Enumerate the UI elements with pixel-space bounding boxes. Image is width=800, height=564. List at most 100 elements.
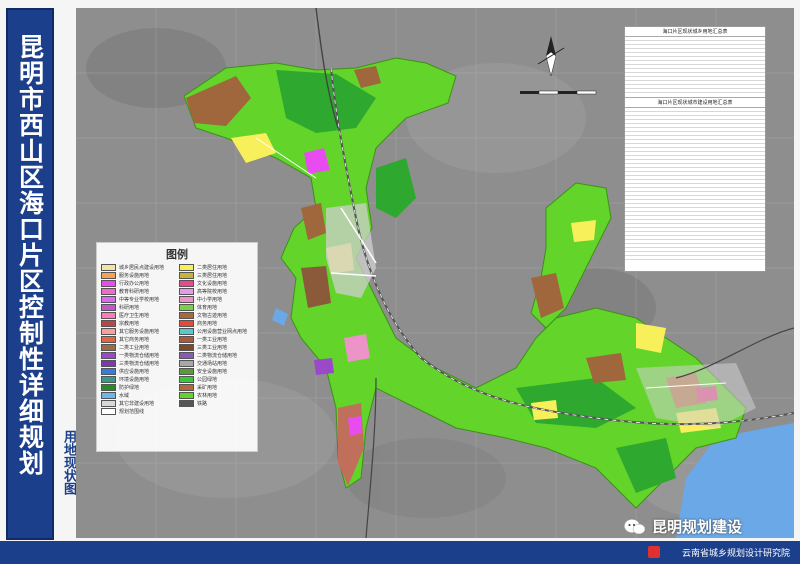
legend-swatch (179, 312, 194, 319)
legend-swatch (179, 296, 194, 303)
watermark-text: 昆明规划建设 (652, 518, 743, 536)
legend-swatch (101, 288, 116, 295)
legend-label: 服务设施用地 (119, 273, 150, 279)
legend-label: 一类物流仓储用地 (119, 353, 160, 359)
legend-swatch (101, 408, 116, 415)
table-row (625, 89, 765, 93)
legend-label: 其它非建设用地 (119, 401, 155, 407)
legend-swatch (179, 352, 194, 359)
legend-item: 公园绿地 (179, 376, 253, 383)
legend-swatch (179, 376, 194, 383)
legend-swatch (101, 360, 116, 367)
legend-label: 文物古迹用地 (197, 313, 228, 319)
legend-label: 交通场站用地 (197, 361, 228, 367)
legend-swatch (101, 272, 116, 279)
legend-swatch (101, 320, 116, 327)
legend-label: 环境设施用地 (119, 377, 150, 383)
legend-item: 供应设施用地 (101, 368, 175, 375)
legend-label: 商务用地 (197, 321, 218, 327)
legend-swatch (179, 280, 194, 287)
title-sidebar: 昆明市西山区海口片区控制性详细规划 (6, 8, 54, 540)
legend-item: 一类工业用地 (179, 336, 253, 343)
legend-label: 城乡居民点建设用地 (119, 265, 165, 271)
legend-swatch (101, 384, 116, 391)
legend-swatch (179, 384, 194, 391)
legend-item: 科研用地 (101, 304, 175, 311)
legend-item: 医疗卫生用地 (101, 312, 175, 319)
legend-label: 三类居住用地 (197, 273, 228, 279)
legend-swatch (101, 392, 116, 399)
legend-swatch (179, 336, 194, 343)
table-title-2: 海口片区现状城市建设用地汇总表 (625, 97, 765, 108)
legend-swatch (179, 344, 194, 351)
legend-swatch (179, 368, 194, 375)
legend-swatch (179, 320, 194, 327)
map-frame: 昆明市西山区海口片区控制性详细规划 用地现状图 图例 城乡居民点建设用地 二类居… (0, 0, 800, 564)
legend-swatch (101, 264, 116, 271)
legend-item: 其它商务用地 (101, 336, 175, 343)
legend-swatch (101, 336, 116, 343)
legend-item: 三类工业用地 (179, 344, 253, 351)
legend-item: 二类物流仓储用地 (179, 352, 253, 359)
legend-swatch (101, 400, 116, 407)
legend-item: 规划范围线 (101, 408, 175, 415)
land-use-summary-table: 海口片区现状城乡用地汇总表 海口片区现状城市建设用地汇总表 (624, 26, 766, 272)
legend-item: 城乡居民点建设用地 (101, 264, 175, 271)
legend-swatch (179, 272, 194, 279)
legend-label: 安全设施用地 (197, 369, 228, 375)
map-title: 昆明市西山区海口片区控制性详细规划 (15, 34, 45, 476)
legend-item: 商务用地 (179, 320, 253, 327)
legend-label: 科研用地 (119, 305, 140, 311)
legend-item: 安全设施用地 (179, 368, 253, 375)
legend-item: 三类居住用地 (179, 272, 253, 279)
legend-label: 中小学用地 (197, 297, 223, 303)
legend-label: 铁路 (197, 401, 208, 407)
facility-zone (348, 416, 362, 436)
legend-label: 体育用地 (197, 305, 218, 311)
legend-label: 公园绿地 (197, 377, 218, 383)
legend-swatch (179, 288, 194, 295)
table-title-1: 海口片区现状城乡用地汇总表 (625, 27, 765, 37)
map-legend: 图例 城乡居民点建设用地 二类居住用地 服务设施用地 三类居住用地 行政办公用地 文化设施… (96, 242, 258, 452)
legend-item: 农林用地 (179, 392, 253, 399)
legend-item: 中等专业学校用地 (101, 296, 175, 303)
facility-zone (314, 358, 334, 375)
residential-zone (636, 323, 666, 353)
organization-name: 云南省城乡规划设计研究院 (681, 549, 790, 559)
legend-item: 水域 (101, 392, 175, 399)
legend-item: 采矿用地 (179, 384, 253, 391)
legend-swatch (101, 368, 116, 375)
legend-label: 规划范围线 (119, 409, 145, 415)
legend-item: 交通场站用地 (179, 360, 253, 367)
legend-swatch (179, 400, 194, 407)
legend-label: 一类工业用地 (197, 337, 228, 343)
legend-label: 文化设施用地 (197, 281, 228, 287)
legend-item: 文化设施用地 (179, 280, 253, 287)
legend-swatch (101, 296, 116, 303)
legend-label: 公用设施营业网点用地 (197, 329, 248, 335)
table-row (625, 256, 765, 260)
legend-item: 宗教用地 (101, 320, 175, 327)
map-subtitle: 用地现状图 (61, 430, 76, 495)
legend-item: 高等院校用地 (179, 288, 253, 295)
legend-swatch (179, 392, 194, 399)
legend-swatch (101, 312, 116, 319)
legend-item: 其它非建设用地 (101, 400, 175, 407)
legend-item: 环境设施用地 (101, 376, 175, 383)
legend-label: 三类工业用地 (197, 345, 228, 351)
legend-item: 铁路 (179, 400, 253, 407)
scale-bar (520, 90, 597, 95)
legend-item: 行政办公用地 (101, 280, 175, 287)
legend-label: 教育科研用地 (119, 289, 150, 295)
legend-item: 三类物流仓储用地 (101, 360, 175, 367)
legend-item: 其它服务设施用地 (101, 328, 175, 335)
legend-grid: 城乡居民点建设用地 二类居住用地 服务设施用地 三类居住用地 行政办公用地 文化设施用地教… (97, 264, 257, 415)
legend-swatch (101, 304, 116, 311)
legend-label: 二类工业用地 (119, 345, 150, 351)
legend-label: 农林用地 (197, 393, 218, 399)
legend-item: 教育科研用地 (101, 288, 175, 295)
wechat-icon (624, 519, 646, 534)
legend-item: 防护绿地 (101, 384, 175, 391)
legend-item: 体育用地 (179, 304, 253, 311)
legend-title: 图例 (166, 248, 188, 261)
